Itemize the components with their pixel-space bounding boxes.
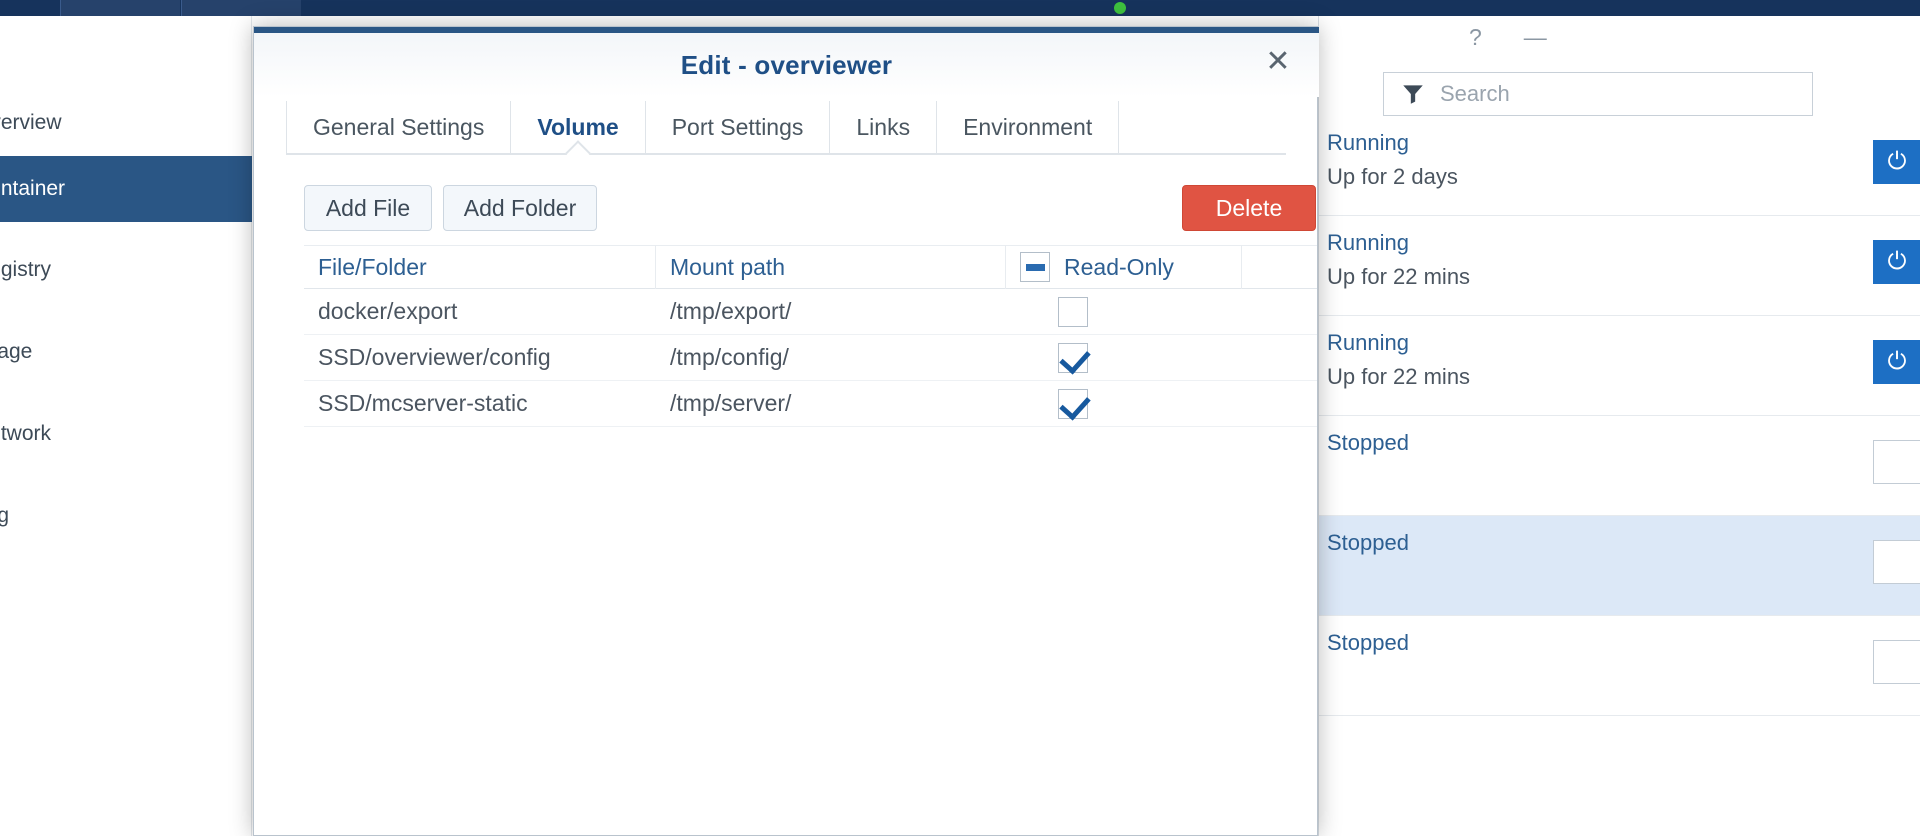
container-status: Running	[1327, 330, 1409, 355]
sidebar-item-label: Network	[0, 422, 52, 445]
table-row[interactable]: SSD/mcserver-static /tmp/server/	[304, 381, 1317, 427]
container-row[interactable]: Stopped	[1319, 516, 1920, 616]
column-header-mount-path[interactable]: Mount path	[656, 245, 1006, 289]
sidebar-item-label: Log	[0, 504, 10, 527]
cell-mount-path: /tmp/config/	[670, 344, 789, 370]
container-row[interactable]: Running Up for 2 days ⏻	[1319, 116, 1920, 216]
cell-file-folder: SSD/overviewer/config	[318, 344, 551, 370]
cell-mount-path: /tmp/server/	[670, 390, 792, 416]
dialog-titlebar: Edit - overviewer	[254, 33, 1319, 97]
container-uptime: Up for 22 mins	[1327, 264, 1471, 289]
cell-read-only[interactable]	[1006, 289, 1242, 335]
container-list-panel: ? — Search Running Up for 2 days ⏻ Runni…	[1318, 16, 1920, 836]
status-dot-icon	[1114, 2, 1126, 14]
volume-toolbar: Add File Add Folder Delete	[304, 185, 1316, 231]
desktop-taskbar	[0, 0, 1920, 16]
container-row[interactable]: Stopped	[1319, 416, 1920, 516]
tab-environment[interactable]: Environment	[936, 101, 1120, 153]
cell-file-folder: SSD/mcserver-static	[318, 390, 528, 416]
sidebar: Overview Container Registry Image Networ…	[0, 16, 252, 836]
sidebar-item-log[interactable]: Log	[0, 483, 252, 549]
taskbar-tab-2[interactable]	[181, 0, 301, 16]
sidebar-item-label: Image	[0, 340, 33, 363]
add-file-button[interactable]: Add File	[304, 185, 432, 231]
minimize-icon[interactable]: —	[1524, 26, 1547, 49]
container-uptime: Up for 22 mins	[1327, 364, 1471, 389]
cell-file-folder: docker/export	[318, 298, 458, 324]
volume-table: File/Folder Mount path Read-Only docker/…	[304, 245, 1317, 427]
filter-funnel-icon	[1403, 85, 1423, 104]
column-header-file-folder[interactable]: File/Folder	[304, 245, 656, 289]
window-controls: ? —	[1469, 26, 1547, 49]
edit-container-dialog: Edit - overviewer ✕ General Settings Vol…	[253, 26, 1319, 836]
tab-underline	[286, 153, 1286, 155]
tab-links[interactable]: Links	[829, 101, 936, 153]
container-toggle[interactable]: ⏻	[1873, 140, 1920, 184]
search-placeholder: Search	[1440, 81, 1510, 106]
tab-port-settings[interactable]: Port Settings	[644, 101, 830, 153]
column-header-read-only[interactable]: Read-Only	[1006, 245, 1242, 289]
cell-spacer	[1242, 381, 1317, 427]
cell-spacer	[1242, 289, 1317, 335]
delete-button[interactable]: Delete	[1182, 185, 1316, 231]
taskbar-tab-1[interactable]	[60, 0, 180, 16]
container-toggle[interactable]	[1873, 440, 1920, 484]
add-folder-button[interactable]: Add Folder	[443, 185, 597, 231]
column-header-read-only-label: Read-Only	[1064, 253, 1174, 280]
container-toggle[interactable]	[1873, 640, 1920, 684]
column-header-spacer	[1242, 245, 1317, 289]
container-toggle[interactable]	[1873, 540, 1920, 584]
page-title: Edit - overviewer	[680, 49, 893, 80]
sidebar-item-label: Registry	[0, 258, 52, 281]
cell-spacer	[1242, 335, 1317, 381]
sidebar-item-network[interactable]: Network	[0, 401, 252, 467]
container-row[interactable]: Running Up for 22 mins ⏻	[1319, 316, 1920, 416]
sidebar-item-overview[interactable]: Overview	[0, 90, 252, 156]
cell-read-only[interactable]	[1006, 335, 1242, 381]
container-toggle[interactable]: ⏻	[1873, 240, 1920, 284]
container-uptime: Up for 2 days	[1327, 164, 1458, 189]
tab-general-settings[interactable]: General Settings	[286, 101, 510, 153]
container-status: Stopped	[1327, 630, 1409, 655]
sidebar-item-label: Overview	[0, 111, 62, 134]
container-status: Stopped	[1327, 430, 1409, 455]
search-input[interactable]: Search	[1383, 72, 1813, 116]
table-row[interactable]: docker/export /tmp/export/	[304, 289, 1317, 335]
sidebar-item-container[interactable]: Container	[0, 156, 252, 222]
close-icon[interactable]: ✕	[1257, 41, 1299, 83]
read-only-checkbox[interactable]	[1058, 342, 1088, 373]
read-only-checkbox[interactable]	[1058, 388, 1088, 419]
sidebar-item-label: Container	[0, 177, 66, 200]
container-status: Stopped	[1327, 530, 1409, 555]
help-icon[interactable]: ?	[1469, 26, 1482, 49]
table-header-row: File/Folder Mount path Read-Only	[304, 245, 1317, 289]
sidebar-item-image[interactable]: Image	[0, 319, 252, 385]
dialog-tabs: General Settings Volume Port Settings Li…	[286, 101, 1286, 153]
container-toggle[interactable]: ⏻	[1873, 340, 1920, 384]
cell-read-only[interactable]	[1006, 381, 1242, 427]
read-only-select-all-checkbox[interactable]	[1020, 252, 1050, 282]
container-row[interactable]: Stopped	[1319, 616, 1920, 716]
container-row[interactable]: Running Up for 22 mins ⏻	[1319, 216, 1920, 316]
cell-mount-path: /tmp/export/	[670, 298, 792, 324]
container-status: Running	[1327, 230, 1409, 255]
table-row[interactable]: SSD/overviewer/config /tmp/config/	[304, 335, 1317, 381]
read-only-checkbox[interactable]	[1058, 296, 1088, 327]
sidebar-item-registry[interactable]: Registry	[0, 237, 252, 303]
container-status: Running	[1327, 130, 1409, 155]
